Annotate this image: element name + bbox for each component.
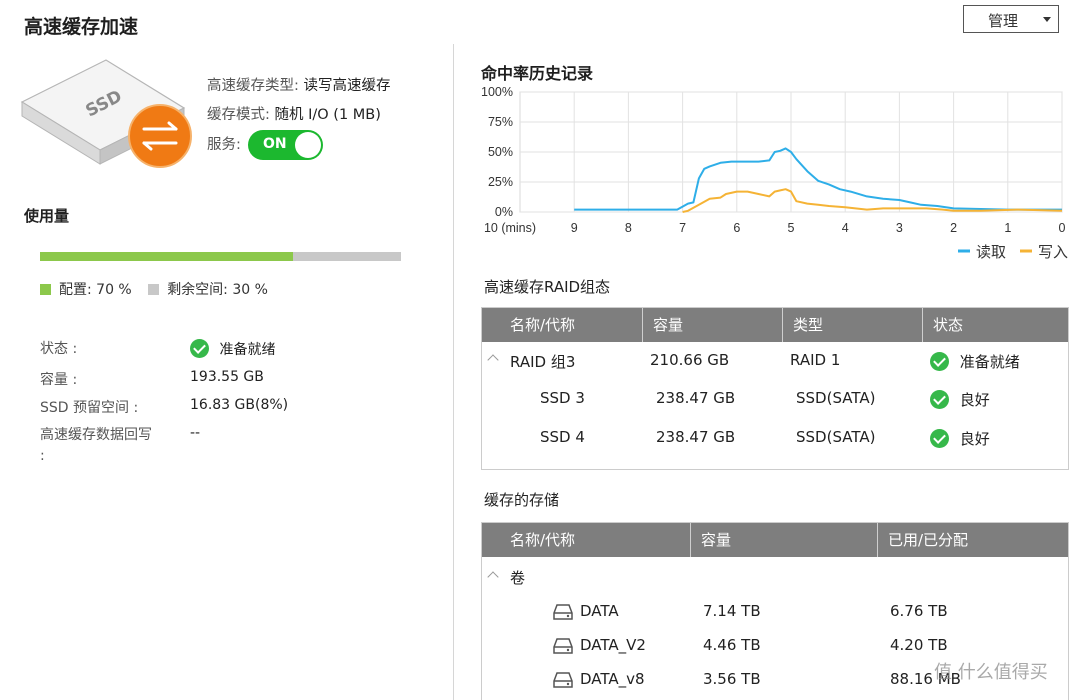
- y-tick-label: 75%: [488, 115, 513, 129]
- ssd3-status: 良好: [930, 389, 990, 410]
- free-swatch: [148, 284, 160, 295]
- volume-used: 4.20 TB: [890, 636, 948, 654]
- volume-name[interactable]: DATA_V2: [580, 636, 646, 654]
- cache-type-label: 高速缓存类型:: [207, 78, 299, 94]
- raid-group-status: 准备就绪: [930, 351, 1020, 372]
- usage-legend: 配置: 70 % 剩余空间: 30 %: [40, 279, 268, 299]
- ssd3-status-text: 良好: [959, 391, 990, 409]
- x-tick-label: 1: [1004, 221, 1011, 235]
- raid-group-status-text: 准备就绪: [959, 353, 1020, 371]
- watermark: 值 什么值得买: [934, 662, 1048, 683]
- y-tick-label: 0%: [495, 205, 513, 219]
- x-tick-label: 2: [950, 221, 957, 235]
- raid-table-header: 名称/代称 容量 类型 状态: [482, 308, 1068, 342]
- service-toggle[interactable]: ON: [248, 130, 323, 160]
- volume-used: 6.76 TB: [890, 602, 948, 620]
- status-text: 准备就绪: [219, 342, 276, 358]
- allocated-label: 配置: 70 %: [59, 282, 132, 298]
- volume-name[interactable]: DATA: [580, 602, 619, 620]
- raid-group-name: RAID 组3: [510, 353, 576, 371]
- raid-heading: 高速缓存RAID组态: [484, 278, 611, 296]
- check-circle-icon: [190, 339, 209, 358]
- ssd-reserved-value: 16.83 GB(8%): [190, 397, 289, 413]
- storage-heading: 缓存的存储: [484, 491, 560, 509]
- page-title: 高速缓存加速: [24, 16, 139, 38]
- ssd4-status: 良好: [930, 428, 990, 449]
- storage-table-header: 名称/代称 容量 已用/已分配: [482, 523, 1068, 557]
- x-tick-label: 7: [679, 221, 686, 235]
- hard-drive-icon: [553, 604, 573, 620]
- manage-dropdown-button[interactable]: 管理: [963, 5, 1059, 33]
- check-circle-icon: [930, 429, 949, 448]
- volume-capacity: 4.46 TB: [703, 636, 761, 654]
- cache-mode-line: 缓存模式: 随机 I/O (1 MB): [207, 103, 381, 124]
- cache-mode-value: 随机 I/O (1 MB): [274, 107, 381, 123]
- usage-bar-allocated: [40, 252, 293, 261]
- y-tick-label: 25%: [488, 175, 513, 189]
- x-tick-label: 0: [1059, 221, 1066, 235]
- usage-bar: [40, 252, 401, 261]
- x-tick-label: 9: [571, 221, 578, 235]
- status-label: 状态 :: [40, 341, 78, 357]
- ssd3-capacity: 238.47 GB: [656, 389, 736, 407]
- x-tick-label: 8: [625, 221, 632, 235]
- hard-drive-icon: [553, 672, 573, 688]
- panel-divider: [453, 44, 454, 700]
- col-status[interactable]: 状态: [923, 308, 1070, 342]
- manage-label: 管理: [988, 12, 1019, 30]
- ssd-reserved-label: SSD 预留空间 :: [40, 400, 139, 416]
- chevron-down-icon: [1043, 17, 1051, 22]
- writeback-value: --: [190, 425, 201, 441]
- ssd4-type: SSD(SATA): [796, 428, 876, 446]
- free-label: 剩余空间: 30 %: [167, 282, 268, 298]
- col-capacity[interactable]: 容量: [643, 308, 783, 342]
- toggle-knob: [295, 132, 321, 158]
- service-toggle-text: ON: [263, 136, 287, 152]
- cache-mode-label: 缓存模式:: [207, 107, 270, 123]
- volume-name[interactable]: DATA_v8: [580, 670, 645, 688]
- ssd3-type: SSD(SATA): [796, 389, 876, 407]
- service-label: 服务:: [207, 137, 241, 153]
- x-tick-label: 4: [842, 221, 849, 235]
- raid-table: 名称/代称 容量 类型 状态 RAID 组3 210.66 GB RAID 1 …: [481, 307, 1069, 470]
- ssd4-name: SSD 4: [540, 428, 585, 446]
- x-tick-label: 6: [733, 221, 740, 235]
- collapse-chevron-icon[interactable]: [487, 571, 499, 583]
- y-tick-label: 100%: [481, 85, 513, 99]
- series-line-read: [574, 147, 1062, 211]
- writeback-label: 高速缓存数据回写 :: [40, 427, 152, 464]
- volume-group-label: 卷: [510, 569, 526, 587]
- hit-rate-chart: 100% 75% 50% 25% 0% 10 (mins) 9 8 7 6 5 4 3 2 1 0 读取 写入: [481, 85, 1068, 261]
- ssd4-status-text: 良好: [959, 430, 990, 448]
- x-tick-label: 3: [896, 221, 903, 235]
- usage-heading: 使用量: [24, 207, 70, 225]
- capacity-value: 193.55 GB: [190, 369, 264, 385]
- ssd3-name: SSD 3: [540, 389, 585, 407]
- col-name[interactable]: 名称/代称: [482, 523, 691, 557]
- col-used-allocated[interactable]: 已用/已分配: [878, 523, 1070, 557]
- col-name[interactable]: 名称/代称: [482, 308, 643, 342]
- cache-type-line: 高速缓存类型: 读写高速缓存: [207, 74, 391, 95]
- capacity-label: 容量 :: [40, 372, 78, 388]
- legend-label: 写入: [1038, 243, 1068, 261]
- ssd-cache-illustration: SSD: [20, 59, 192, 168]
- raid-group-type: RAID 1: [790, 351, 841, 369]
- x-tick-label: 5: [788, 221, 795, 235]
- cache-type-value: 读写高速缓存: [303, 78, 391, 94]
- y-tick-label: 50%: [488, 145, 513, 159]
- allocated-swatch: [40, 284, 51, 295]
- x-tick-label: 10 (mins): [484, 221, 536, 235]
- col-capacity[interactable]: 容量: [691, 523, 878, 557]
- legend-label: 读取: [976, 243, 1006, 261]
- col-type[interactable]: 类型: [783, 308, 923, 342]
- volume-capacity: 7.14 TB: [703, 602, 761, 620]
- ssd4-capacity: 238.47 GB: [656, 428, 736, 446]
- raid-group-capacity: 210.66 GB: [650, 351, 730, 369]
- check-circle-icon: [930, 352, 949, 371]
- status-value: 准备就绪: [190, 339, 275, 359]
- collapse-chevron-icon[interactable]: [487, 354, 499, 366]
- check-circle-icon: [930, 390, 949, 409]
- volume-capacity: 3.56 TB: [703, 670, 761, 688]
- hard-drive-icon: [553, 638, 573, 654]
